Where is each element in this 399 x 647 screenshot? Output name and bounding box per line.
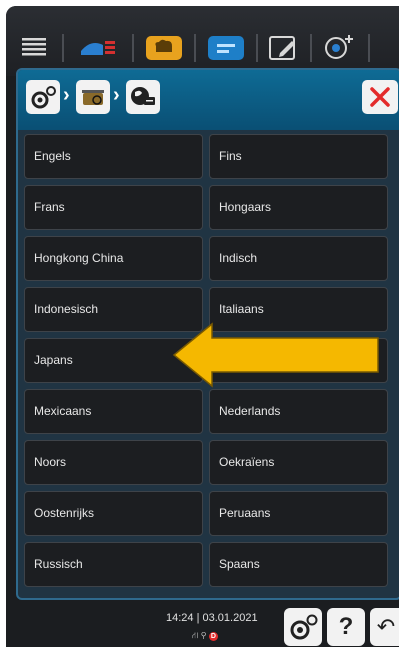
language-option[interactable]: Hongkong China [24, 236, 203, 281]
date-time: 14:24 | 03.01.2021 [166, 612, 258, 624]
divider [132, 34, 134, 62]
divider [256, 34, 258, 62]
settings-gear-icon[interactable] [26, 80, 60, 114]
language-globe-icon[interactable] [126, 80, 160, 114]
list-row: Russisch Spaans [24, 542, 396, 587]
language-option[interactable]: Indisch [209, 236, 388, 281]
date: 03.01.2021 [202, 612, 258, 624]
language-option[interactable]: Nederlands [209, 389, 388, 434]
divider [310, 34, 312, 62]
language-option[interactable]: Spaans [209, 542, 388, 587]
usb-icon: ⚲ [200, 630, 207, 640]
language-option[interactable]: Mexicaans [24, 389, 203, 434]
language-option[interactable]: Hongaars [209, 185, 388, 230]
cooking-pot-settings-icon[interactable] [76, 80, 110, 114]
network-icon: ⛙ [192, 630, 199, 640]
divider [194, 34, 196, 62]
close-button[interactable] [362, 80, 398, 114]
language-option[interactable]: Noors [24, 440, 203, 485]
language-option[interactable]: Russisch [24, 542, 203, 587]
time-date-separator: | [196, 612, 200, 624]
back-button[interactable]: ↶ [370, 608, 399, 646]
status-indicators: ⛙ ⚲ D [192, 630, 218, 642]
help-button[interactable]: ? [327, 608, 365, 646]
top-toolbar [6, 6, 399, 76]
divider [62, 34, 64, 62]
list-row: Oostenrijks Peruaans [24, 491, 396, 536]
highlight-arrow [172, 322, 379, 388]
status-bar: 14:24 | 03.01.2021 ⛙ ⚲ D ? ↶ [6, 604, 399, 647]
language-option[interactable]: Engels [24, 134, 203, 179]
menu-icon[interactable] [18, 32, 50, 64]
list-row: Frans Hongaars [24, 185, 396, 230]
breadcrumb-separator: › [113, 84, 120, 106]
language-option[interactable]: Oekraïens [209, 440, 388, 485]
cooking-modes-icon[interactable] [74, 32, 124, 64]
divider [368, 34, 370, 62]
language-option[interactable]: Fins [209, 134, 388, 179]
warning-badge-icon: D [208, 632, 218, 641]
chef-hat-icon[interactable] [142, 32, 186, 64]
breadcrumb-separator: › [63, 84, 70, 106]
add-program-icon[interactable] [320, 32, 358, 64]
edit-icon[interactable] [264, 32, 302, 64]
list-row: Noors Oekraïens [24, 440, 396, 485]
settings-gear-icon [290, 614, 318, 640]
language-option[interactable]: Oostenrijks [24, 491, 203, 536]
list-row: Engels Fins [24, 134, 396, 179]
list-row: Hongkong China Indisch [24, 236, 396, 281]
dialog-header: › › [18, 70, 399, 130]
settings-button[interactable] [284, 608, 322, 646]
close-icon [370, 87, 390, 107]
list-row: Mexicaans Nederlands [24, 389, 396, 434]
language-option[interactable]: Peruaans [209, 491, 388, 536]
clock-time: 14:24 [166, 612, 194, 624]
programs-icon[interactable] [204, 32, 248, 64]
language-option[interactable]: Frans [24, 185, 203, 230]
